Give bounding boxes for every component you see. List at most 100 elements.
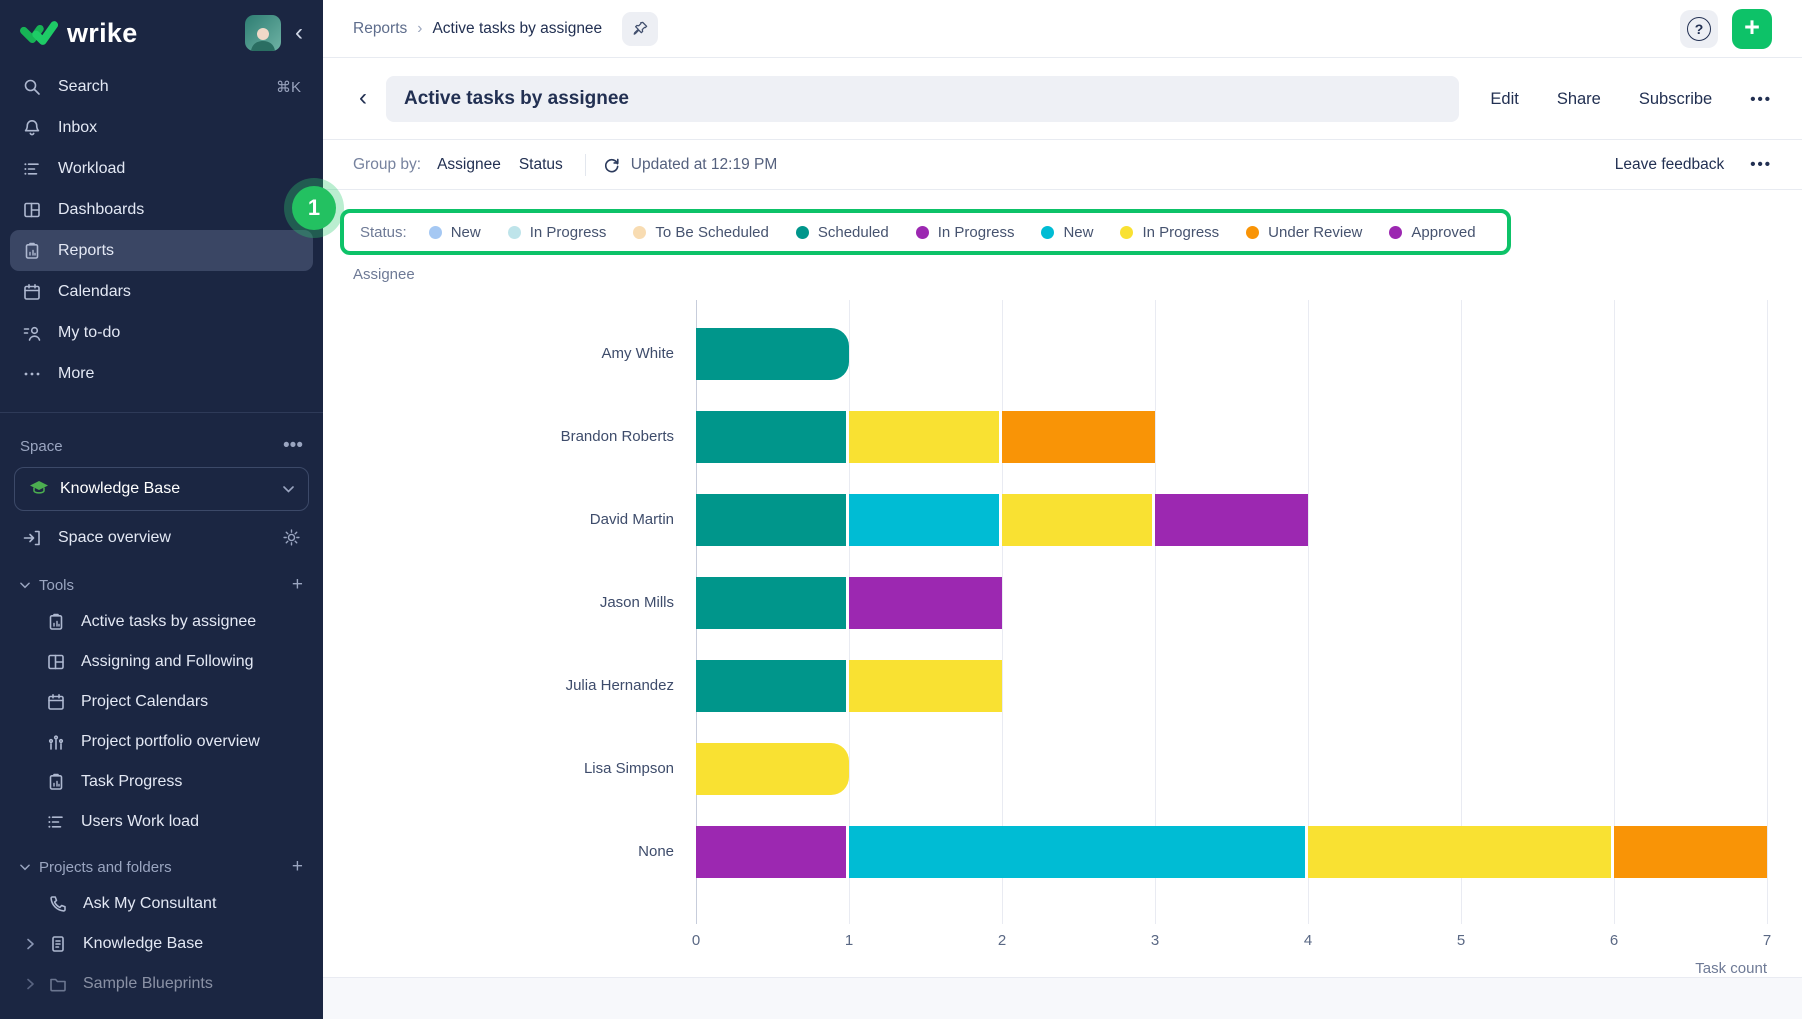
assignee-label: Jason Mills — [323, 594, 696, 611]
sidebar-nav: Search⌘K Inbox WorkloadDashboardsReportsCa… — [0, 66, 323, 394]
tool-item[interactable]: Assigning and Following — [0, 642, 323, 682]
tool-item[interactable]: Active tasks by assignee — [0, 602, 323, 642]
portfolio-icon — [46, 732, 68, 752]
subscribe-button[interactable]: Subscribe — [1639, 90, 1712, 109]
chevron-right-icon[interactable] — [26, 938, 44, 950]
edit-button[interactable]: Edit — [1490, 90, 1518, 109]
legend-item[interactable]: Under Review — [1246, 224, 1362, 241]
y-axis-title: Assignee — [353, 266, 415, 283]
bar-segment[interactable] — [1002, 411, 1155, 463]
project-item[interactable]: Ask My Consultant — [0, 884, 323, 924]
bar-segment[interactable] — [849, 577, 1002, 629]
breadcrumb: Reports › Active tasks by assignee — [353, 12, 658, 46]
project-item-label: Knowledge Base — [83, 935, 203, 953]
legend-item[interactable]: Approved — [1389, 224, 1475, 241]
tool-item[interactable]: Users Work load — [0, 802, 323, 842]
sidebar-item-my-to-do[interactable]: My to-do — [0, 312, 323, 353]
tool-item[interactable]: Task Progress — [0, 762, 323, 802]
assignee-label: Julia Hernandez — [323, 677, 696, 694]
legend-item[interactable]: New — [1041, 224, 1093, 241]
legend-color-dot — [1389, 226, 1402, 239]
bar-segment[interactable] — [696, 660, 849, 712]
tool-item-label: Project Calendars — [81, 693, 208, 711]
pin-button[interactable] — [622, 12, 658, 46]
sidebar-item-more[interactable]: More — [0, 353, 323, 394]
sidebar-item-calendars[interactable]: Calendars — [0, 271, 323, 312]
bar-segment[interactable] — [696, 411, 849, 463]
sidebar-item-dashboards[interactable]: Dashboards — [0, 189, 323, 230]
group-by-status[interactable]: Status — [519, 156, 563, 174]
legend-item[interactable]: Scheduled — [796, 224, 889, 241]
leave-feedback-button[interactable]: Leave feedback — [1615, 156, 1724, 174]
share-button[interactable]: Share — [1557, 90, 1601, 109]
bar-segment[interactable] — [849, 826, 1308, 878]
chart-rows: Amy WhiteBrandon RobertsDavid MartinJaso… — [323, 312, 1767, 893]
chart-row: Amy White — [323, 312, 1767, 395]
legend-item[interactable]: In Progress — [916, 224, 1015, 241]
legend-item[interactable]: To Be Scheduled — [633, 224, 768, 241]
group-by-assignee[interactable]: Assignee — [437, 156, 501, 174]
breadcrumb-reports-link[interactable]: Reports — [353, 20, 407, 38]
bar-segment[interactable] — [849, 411, 1002, 463]
bar-segment[interactable] — [1614, 826, 1767, 878]
space-more-button[interactable]: ••• — [283, 435, 303, 457]
bar-segment[interactable] — [1155, 494, 1308, 546]
chart-row: Lisa Simpson — [323, 727, 1767, 810]
sidebar-item-reports[interactable]: Reports — [10, 230, 313, 271]
bar-segment[interactable] — [696, 328, 849, 380]
project-item[interactable]: Sample Blueprints — [0, 964, 323, 1004]
chevron-right-icon[interactable] — [26, 978, 44, 990]
bar-segment[interactable] — [1308, 826, 1614, 878]
sidebar-item-label: More — [58, 365, 94, 383]
legend-item[interactable]: In Progress — [1120, 224, 1219, 241]
bar-segment[interactable] — [849, 494, 1002, 546]
create-button[interactable]: + — [1732, 9, 1772, 49]
add-tool-button[interactable]: + — [292, 574, 303, 596]
project-item-label: Sample Blueprints — [83, 975, 213, 993]
legend-item[interactable]: In Progress — [508, 224, 607, 241]
help-button[interactable]: ? — [1680, 10, 1718, 48]
chevron-down-icon[interactable] — [20, 582, 30, 589]
legend-item[interactable]: New — [429, 224, 481, 241]
legend-label: Status: — [360, 224, 407, 241]
tool-item[interactable]: Project Calendars — [0, 682, 323, 722]
collapse-sidebar-button[interactable]: ‹ — [293, 19, 305, 47]
bar-segment[interactable] — [1002, 494, 1155, 546]
user-avatar[interactable] — [245, 15, 281, 51]
bar-segment[interactable] — [849, 660, 1002, 712]
bar-segment[interactable] — [696, 577, 849, 629]
space-selector[interactable]: Knowledge Base — [14, 467, 309, 511]
topbar: Reports › Active tasks by assignee ? + — [323, 0, 1802, 58]
toolbar-more-button[interactable]: ••• — [1750, 156, 1772, 173]
sidebar-item-inbox[interactable]: Inbox — [0, 107, 323, 148]
project-item[interactable]: Knowledge Base — [0, 924, 323, 964]
app-window: wrike ‹ Search⌘KInboxWorkloadDashboardsR… — [0, 0, 1802, 1019]
chevron-down-icon[interactable] — [20, 864, 30, 871]
title-more-button[interactable]: ••• — [1750, 91, 1772, 108]
todo-icon — [22, 323, 44, 343]
chart-row: Julia Hernandez — [323, 644, 1767, 727]
bar-segment[interactable] — [696, 826, 849, 878]
wrike-logo[interactable]: wrike — [20, 18, 138, 49]
bar-segment[interactable] — [696, 743, 849, 795]
sidebar-divider — [0, 412, 323, 413]
add-project-button[interactable]: + — [292, 856, 303, 878]
refresh-icon[interactable] — [602, 155, 621, 174]
back-button[interactable]: ‹ — [359, 86, 367, 110]
x-tick-label: 3 — [1135, 932, 1175, 949]
tools-list: Active tasks by assigneeAssigning and Fo… — [0, 602, 323, 842]
legend-color-dot — [796, 226, 809, 239]
bar-segment[interactable] — [696, 494, 849, 546]
sidebar-item-space-overview[interactable]: Space overview — [0, 517, 323, 558]
sidebar-item-search[interactable]: Search⌘K — [0, 66, 323, 107]
gear-icon[interactable] — [282, 528, 301, 547]
enter-arrow-icon — [22, 528, 44, 548]
tool-item[interactable]: Project portfolio overview — [0, 722, 323, 762]
space-overview-label: Space overview — [58, 529, 171, 547]
sidebar-item-workload[interactable]: Workload — [0, 148, 323, 189]
sidebar-item-label: My to-do — [58, 324, 120, 342]
sidebar-item-label: Inbox — [58, 119, 97, 137]
space-name: Knowledge Base — [60, 480, 180, 498]
breadcrumb-current: Active tasks by assignee — [432, 20, 602, 38]
report-title-input[interactable]: Active tasks by assignee — [386, 76, 1459, 122]
